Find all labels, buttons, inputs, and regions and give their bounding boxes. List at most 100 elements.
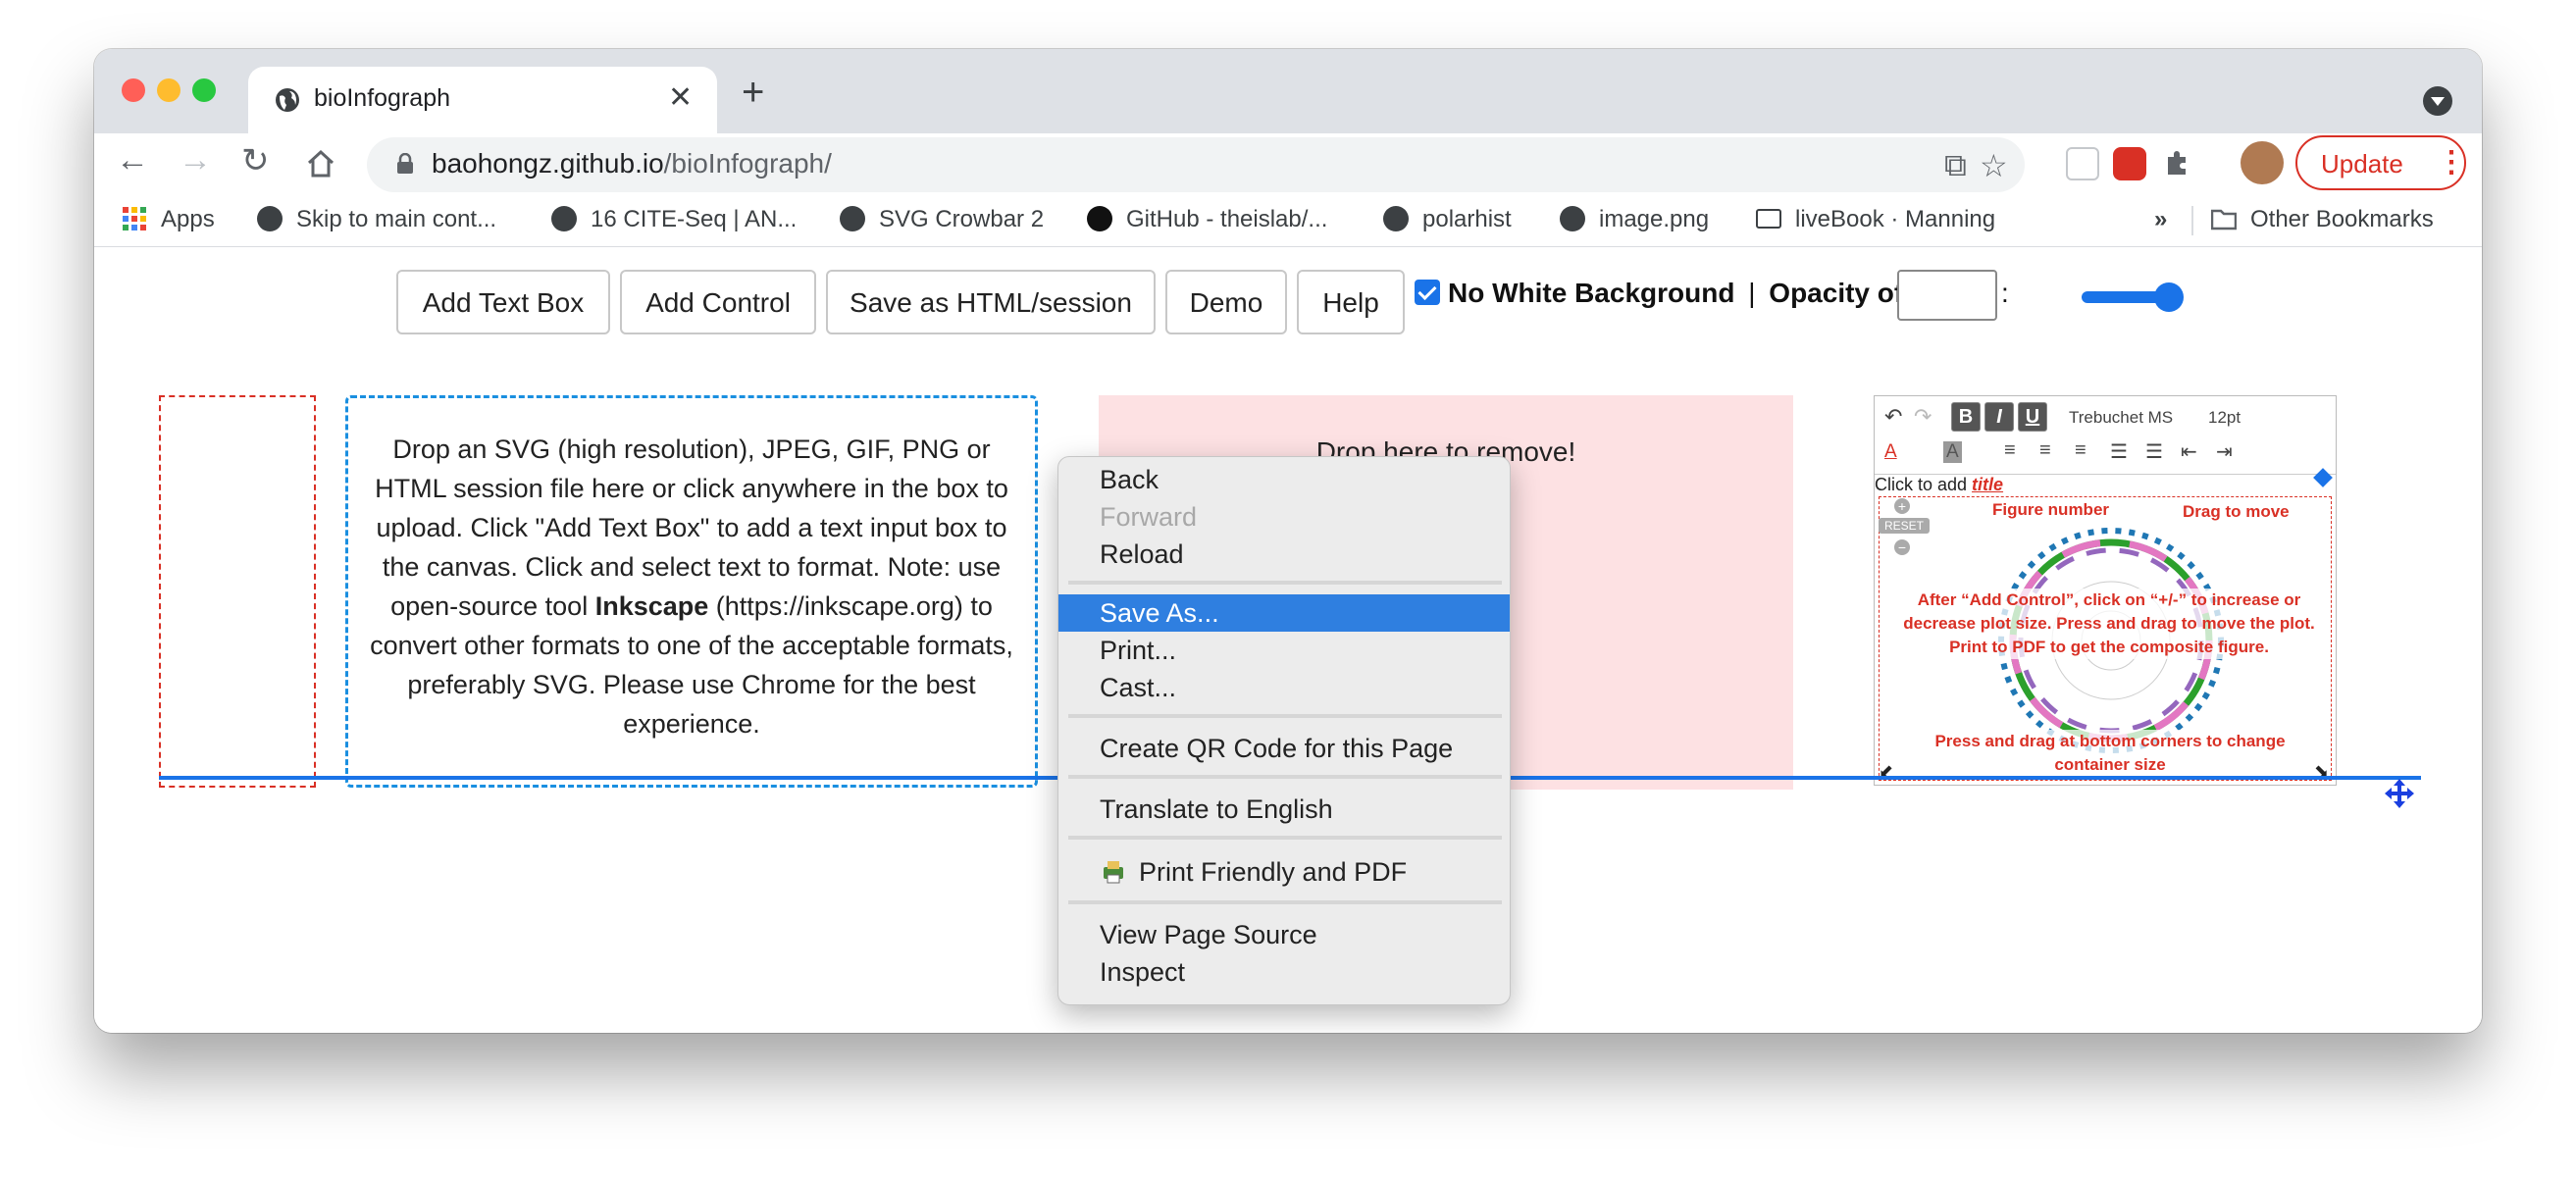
home-icon[interactable] xyxy=(304,147,337,180)
avatar[interactable] xyxy=(2241,141,2284,184)
screenshot-stage: bioInfograph ✕ + ← → ↻ baohongz.github.i… xyxy=(0,0,2576,1177)
no-white-background-checkbox[interactable] xyxy=(1415,280,1440,305)
new-tab-button[interactable]: + xyxy=(742,71,764,115)
bookmark-polarhist[interactable]: polarhist xyxy=(1383,206,1512,233)
align-right-icon[interactable]: ≡ xyxy=(2075,439,2087,462)
numbered-list-icon[interactable]: ☰ xyxy=(2110,439,2128,464)
minimize-window-button[interactable] xyxy=(157,78,180,102)
highlight-color-icon[interactable]: A xyxy=(1943,441,1962,463)
menu-item-translate[interactable]: Translate to English xyxy=(1058,791,1510,828)
align-left-icon[interactable]: ≡ xyxy=(2004,439,2016,462)
globe-icon xyxy=(276,88,299,112)
outdent-icon[interactable]: ⇤ xyxy=(2181,439,2197,464)
bookmarks-bar: Apps Skip to main cont... 16 CITE-Seq | … xyxy=(94,194,2482,247)
apps-grid-icon xyxy=(123,207,146,230)
redo-icon[interactable]: ↷ xyxy=(1914,404,1932,430)
indent-icon[interactable]: ⇥ xyxy=(2216,439,2233,464)
extension-icon[interactable] xyxy=(2066,147,2099,180)
open-in-window-icon[interactable]: ⧉ xyxy=(1944,147,1967,184)
menu-label: Forward xyxy=(1100,502,1198,532)
bookmark-label: liveBook · Manning xyxy=(1795,206,1996,232)
menu-item-back[interactable]: Back xyxy=(1058,461,1510,498)
placeholder-red-box[interactable] xyxy=(159,395,316,788)
font-color-icon[interactable]: A xyxy=(1884,441,1897,463)
align-center-icon[interactable]: ≡ xyxy=(2039,439,2051,462)
font-select[interactable]: Trebuchet MS xyxy=(2069,408,2173,428)
menu-separator xyxy=(1068,836,1502,840)
update-button[interactable]: Update ⋮ xyxy=(2295,135,2466,190)
bookmark-label: Skip to main cont... xyxy=(296,206,497,232)
more-bookmarks-chevron-icon[interactable]: » xyxy=(2154,206,2167,233)
title-placeholder: title xyxy=(1972,475,2004,494)
help-button[interactable]: Help xyxy=(1297,270,1405,334)
button-label: Help xyxy=(1322,287,1379,318)
move-arrows-icon[interactable] xyxy=(2384,778,2415,809)
menu-item-print-friendly[interactable]: Print Friendly and PDF xyxy=(1058,853,1510,891)
bookmark-cite-seq[interactable]: 16 CITE-Seq | AN... xyxy=(551,206,797,233)
editor-preview[interactable]: ↶ ↷ B I U Trebuchet MS 12pt A A ≡ ≡ ≡ ☰ … xyxy=(1874,395,2337,786)
menu-item-cast[interactable]: Cast... xyxy=(1058,669,1510,706)
underline-button[interactable]: U xyxy=(2018,402,2047,432)
minus-icon[interactable]: − xyxy=(1894,539,1910,555)
tab-title: bioInfograph xyxy=(314,84,451,112)
bullet-list-icon[interactable]: ☰ xyxy=(2145,439,2163,464)
menu-item-save-as[interactable]: Save As... xyxy=(1058,594,1510,632)
click-to-add-title[interactable]: Click to add title xyxy=(1875,475,2003,495)
size-select[interactable]: 12pt xyxy=(2208,408,2241,428)
bookmark-label: 16 CITE-Seq | AN... xyxy=(591,206,798,232)
context-menu: Back Forward Reload Save As... Print... … xyxy=(1057,456,1511,1005)
address-bar[interactable]: baohongz.github.io/bioInfograph/ ⧉ ☆ xyxy=(367,137,2025,192)
italic-button[interactable]: I xyxy=(1984,402,2014,432)
file-drop-zone[interactable]: Drop an SVG (high resolution), JPEG, GIF… xyxy=(345,395,1038,788)
printer-icon xyxy=(1104,861,1123,884)
undo-icon[interactable]: ↶ xyxy=(1884,404,1902,430)
bookmark-skip[interactable]: Skip to main cont... xyxy=(257,206,496,233)
maximize-window-button[interactable] xyxy=(192,78,216,102)
click-prefix: Click to add xyxy=(1875,475,1973,494)
tab-search-icon[interactable] xyxy=(2423,86,2452,116)
bookmark-other[interactable]: Other Bookmarks xyxy=(2211,206,2434,233)
add-text-box-button[interactable]: Add Text Box xyxy=(396,270,610,334)
opacity-input[interactable] xyxy=(1897,270,1997,321)
plus-icon[interactable]: + xyxy=(1894,498,1910,514)
add-control-button[interactable]: Add Control xyxy=(620,270,816,334)
instructions-note: After “Add Control”, click on “+/-” to i… xyxy=(1898,588,2320,659)
menu-item-print[interactable]: Print... xyxy=(1058,632,1510,669)
reload-icon[interactable]: ↻ xyxy=(241,141,270,180)
bookmark-livebook[interactable]: liveBook · Manning xyxy=(1756,206,1995,233)
bookmark-svg-crowbar[interactable]: SVG Crowbar 2 xyxy=(840,206,1044,233)
github-icon xyxy=(1087,206,1112,231)
globe-icon xyxy=(257,206,283,231)
globe-icon xyxy=(840,206,865,231)
bookmark-label: polarhist xyxy=(1422,206,1512,232)
back-arrow-icon[interactable]: ← xyxy=(116,141,149,179)
bookmark-star-icon[interactable]: ☆ xyxy=(1980,147,2008,184)
menu-item-inspect[interactable]: Inspect xyxy=(1058,953,1510,991)
opacity-slider[interactable] xyxy=(2082,282,2184,312)
menu-separator xyxy=(1068,775,1502,779)
menu-item-forward[interactable]: Forward xyxy=(1058,498,1510,536)
menu-label: View Page Source xyxy=(1100,920,1317,949)
bold-button[interactable]: B xyxy=(1951,402,1981,432)
url-domain: baohongz.github.io xyxy=(432,148,664,179)
tab-bioinfograph[interactable]: bioInfograph ✕ xyxy=(248,67,717,133)
menu-item-view-source[interactable]: View Page Source xyxy=(1058,916,1510,953)
menu-item-reload[interactable]: Reload xyxy=(1058,536,1510,573)
save-session-button[interactable]: Save as HTML/session xyxy=(826,270,1156,334)
bookmark-github[interactable]: GitHub - theislab/... xyxy=(1087,206,1327,233)
puzzle-icon[interactable] xyxy=(2160,147,2193,180)
tab-close-icon[interactable]: ✕ xyxy=(668,80,693,115)
page-content: Add Text Box Add Control Save as HTML/se… xyxy=(94,248,2482,1033)
drop-instructions: Drop an SVG (high resolution), JPEG, GIF… xyxy=(370,430,1013,743)
bookmark-image[interactable]: image.png xyxy=(1560,206,1709,233)
forward-arrow-icon[interactable]: → xyxy=(179,141,212,179)
bookmark-apps[interactable]: Apps xyxy=(122,206,215,233)
close-window-button[interactable] xyxy=(122,78,145,102)
extension-red-icon[interactable] xyxy=(2113,147,2146,180)
menu-item-qr-code[interactable]: Create QR Code for this Page xyxy=(1058,730,1510,767)
bookmark-label: image.png xyxy=(1599,206,1710,232)
demo-button[interactable]: Demo xyxy=(1165,270,1287,334)
bookmark-label: Apps xyxy=(161,206,215,232)
button-label: Demo xyxy=(1189,287,1263,318)
reset-button[interactable]: RESET xyxy=(1879,518,1930,534)
